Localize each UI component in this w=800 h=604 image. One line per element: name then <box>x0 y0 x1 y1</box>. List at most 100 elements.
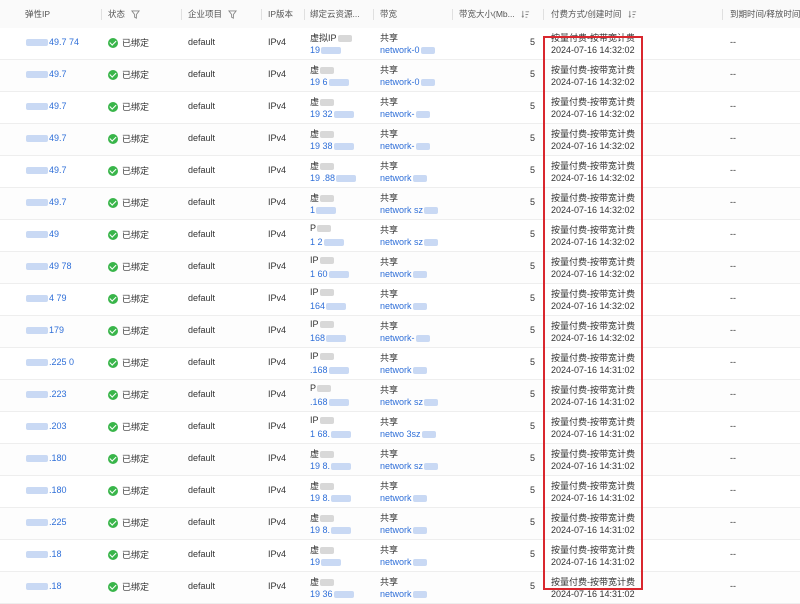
project-cell: default <box>188 37 216 47</box>
eip-link[interactable]: 179 <box>25 325 80 335</box>
created-time: 2024-07-16 14:32:02 <box>551 237 635 247</box>
bandwidth-size-cell: 5 <box>529 229 535 239</box>
expire-cell: -- <box>730 101 736 111</box>
resource-link[interactable]: 1 2 <box>310 237 365 247</box>
bandwidth-link[interactable]: network <box>380 173 445 183</box>
eip-link[interactable]: 49.7 74 <box>25 37 80 47</box>
eip-link[interactable]: 49.7 <box>25 69 80 79</box>
eip-link[interactable]: .180 <box>25 485 80 495</box>
table-row[interactable]: .180 已绑定 default IPv4 虚 19 8. 共享 network… <box>0 444 800 476</box>
billing-mode: 按量付费-按带宽计费 <box>551 129 635 139</box>
col-eip[interactable]: 弹性IP <box>25 0 95 28</box>
resource-link[interactable]: .168 <box>310 365 365 375</box>
bandwidth-link[interactable]: netwo 3sz <box>380 429 445 439</box>
bandwidth-link[interactable]: network- <box>380 333 445 343</box>
table-row[interactable]: .180 已绑定 default IPv4 虚 19 8. 共享 network… <box>0 476 800 508</box>
resource-link[interactable]: 19 8. <box>310 461 365 471</box>
eip-link[interactable]: .180 <box>25 453 80 463</box>
bandwidth-link[interactable]: network-0 <box>380 45 445 55</box>
project-cell: default <box>188 133 216 143</box>
resource-link[interactable]: 19 6 <box>310 77 365 87</box>
eip-link[interactable]: 4 79 <box>25 293 80 303</box>
bandwidth-type: 共享 <box>380 417 399 427</box>
table-row[interactable]: 4 79 已绑定 default IPv4 IP 164 共享 network … <box>0 284 800 316</box>
table-row[interactable]: 49.7 已绑定 default IPv4 虚 19 32 共享 network… <box>0 92 800 124</box>
status-label: 已绑定 <box>122 422 150 432</box>
bandwidth-link[interactable]: network sz <box>380 237 445 247</box>
eip-link[interactable]: 49 <box>25 229 80 239</box>
bandwidth-link[interactable]: network sz <box>380 397 445 407</box>
table-row[interactable]: .203 已绑定 default IPv4 IP 1 68. 共享 netwo … <box>0 412 800 444</box>
table-row[interactable]: 49.7 已绑定 default IPv4 虚 1 共享 network sz … <box>0 188 800 220</box>
resource-type: 虚 <box>310 95 365 108</box>
sort-icon[interactable] <box>521 10 530 19</box>
eip-link[interactable]: .223 <box>25 389 80 399</box>
table-row[interactable]: 179 已绑定 default IPv4 IP 168 共享 network- … <box>0 316 800 348</box>
eip-link[interactable]: 49.7 <box>25 101 80 111</box>
eip-link[interactable]: .203 <box>25 421 80 431</box>
resource-link[interactable]: 1 68. <box>310 429 365 439</box>
bandwidth-size-cell: 5 <box>529 581 535 591</box>
ip-version-cell: IPv4 <box>268 37 287 47</box>
status-label: 已绑定 <box>122 38 150 48</box>
status-label: 已绑定 <box>122 454 150 464</box>
status-label: 已绑定 <box>122 70 150 80</box>
bandwidth-link[interactable]: network <box>380 365 445 375</box>
eip-link[interactable]: 49.7 <box>25 133 80 143</box>
eip-link[interactable]: .225 0 <box>25 357 80 367</box>
eip-link[interactable]: .18 <box>25 581 80 591</box>
resource-link[interactable]: 19 <box>310 557 365 567</box>
bandwidth-link[interactable]: network <box>380 493 445 503</box>
bandwidth-link[interactable]: network <box>380 269 445 279</box>
resource-link[interactable]: 168 <box>310 333 365 343</box>
expire-cell: -- <box>730 165 736 175</box>
created-time: 2024-07-16 14:31:02 <box>551 461 635 471</box>
eip-link[interactable]: 49 78 <box>25 261 80 271</box>
resource-link[interactable]: 164 <box>310 301 365 311</box>
table-row[interactable]: 49 已绑定 default IPv4 P 1 2 共享 network sz … <box>0 220 800 252</box>
bandwidth-link[interactable]: network sz <box>380 205 445 215</box>
table-row[interactable]: 49.7 已绑定 default IPv4 虚 19 38 共享 network… <box>0 124 800 156</box>
resource-link[interactable]: 19 36 <box>310 589 365 599</box>
resource-type: IP <box>310 255 365 265</box>
table-row[interactable]: 49 78 已绑定 default IPv4 IP 1 60 共享 networ… <box>0 252 800 284</box>
status-cell: 已绑定 <box>108 132 149 145</box>
col-project: 企业项目 <box>188 0 258 28</box>
resource-link[interactable]: 1 60 <box>310 269 365 279</box>
eip-link[interactable]: .18 <box>25 549 80 559</box>
resource-link[interactable]: 19 <box>310 45 365 55</box>
resource-link[interactable]: .168 <box>310 397 365 407</box>
bandwidth-link[interactable]: network <box>380 525 445 535</box>
table-row[interactable]: .225 0 已绑定 default IPv4 IP .168 共享 netwo… <box>0 348 800 380</box>
resource-type: IP <box>310 319 365 329</box>
table-row[interactable]: 49.7 74 已绑定 default IPv4 虚拟IP 19 共享 netw… <box>0 28 800 60</box>
resource-link[interactable]: 19 38 <box>310 141 365 151</box>
status-cell: 已绑定 <box>108 356 149 369</box>
bandwidth-link[interactable]: network <box>380 589 445 599</box>
bandwidth-link[interactable]: network sz <box>380 461 445 471</box>
eip-link[interactable]: .225 <box>25 517 80 527</box>
eip-link[interactable]: 49.7 <box>25 165 80 175</box>
resource-link[interactable]: 19 32 <box>310 109 365 119</box>
table-row[interactable]: .18 已绑定 default IPv4 虚 19 共享 network 5 按… <box>0 540 800 572</box>
status-cell: 已绑定 <box>108 292 149 305</box>
bandwidth-link[interactable]: network-0 <box>380 77 445 87</box>
sort-icon[interactable] <box>628 10 637 19</box>
table-row[interactable]: .18 已绑定 default IPv4 虚 19 36 共享 network … <box>0 572 800 604</box>
bandwidth-link[interactable]: network- <box>380 141 445 151</box>
resource-link[interactable]: 19 .88 <box>310 173 365 183</box>
resource-link[interactable]: 1 <box>310 205 365 215</box>
resource-link[interactable]: 19 8. <box>310 493 365 503</box>
filter-icon[interactable] <box>131 10 141 20</box>
bandwidth-link[interactable]: network- <box>380 109 445 119</box>
status-label: 已绑定 <box>122 262 150 272</box>
bandwidth-link[interactable]: network <box>380 557 445 567</box>
table-row[interactable]: .225 已绑定 default IPv4 虚 19 8. 共享 network… <box>0 508 800 540</box>
eip-link[interactable]: 49.7 <box>25 197 80 207</box>
table-row[interactable]: .223 已绑定 default IPv4 P .168 共享 network … <box>0 380 800 412</box>
resource-link[interactable]: 19 8. <box>310 525 365 535</box>
bandwidth-link[interactable]: network <box>380 301 445 311</box>
table-row[interactable]: 49.7 已绑定 default IPv4 虚 19 6 共享 network-… <box>0 60 800 92</box>
table-row[interactable]: 49.7 已绑定 default IPv4 虚 19 .88 共享 networ… <box>0 156 800 188</box>
filter-icon[interactable] <box>228 10 238 20</box>
